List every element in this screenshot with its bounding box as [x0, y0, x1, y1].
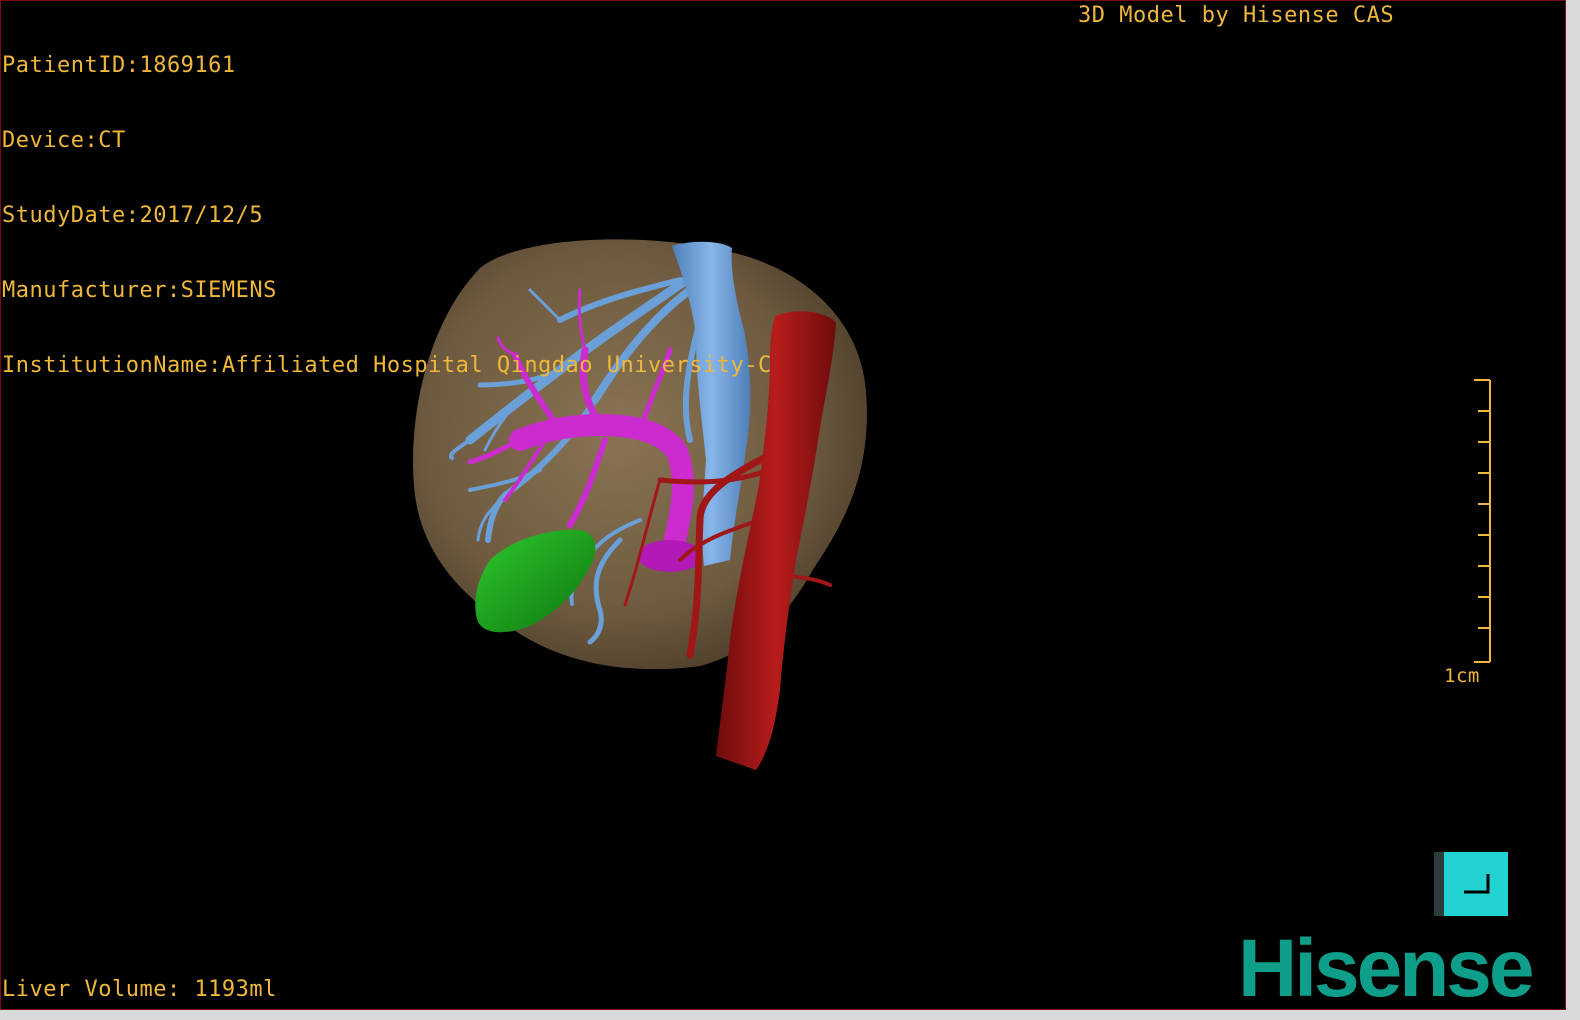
- window-edge-right: [1566, 0, 1580, 1020]
- device: Device:CT: [2, 128, 126, 153]
- model-credit: 3D Model by Hisense CAS: [1078, 3, 1395, 28]
- portal-vein-trunk: [638, 540, 702, 572]
- patient-info-panel: PatientID:1869161 Device:CT StudyDate:20…: [2, 3, 772, 403]
- corner-bracket-icon: [1464, 874, 1490, 894]
- patient-id: PatientID:1869161: [2, 53, 236, 78]
- brand-logo: Hisense: [1238, 923, 1535, 1014]
- liver-volume-readout: Liver Volume: 1193ml: [2, 977, 277, 1002]
- view-toggle-face: [1444, 852, 1508, 916]
- view-toggle-button[interactable]: [1434, 852, 1508, 916]
- study-date: StudyDate:2017/12/5: [2, 203, 264, 228]
- institution-name: InstitutionName:Affiliated Hospital Qing…: [2, 353, 772, 378]
- scale-label: 1cm: [1444, 665, 1480, 687]
- view-toggle-shadow: [1434, 852, 1444, 916]
- scale-ruler: [1474, 379, 1491, 663]
- manufacturer: Manufacturer:SIEMENS: [2, 278, 277, 303]
